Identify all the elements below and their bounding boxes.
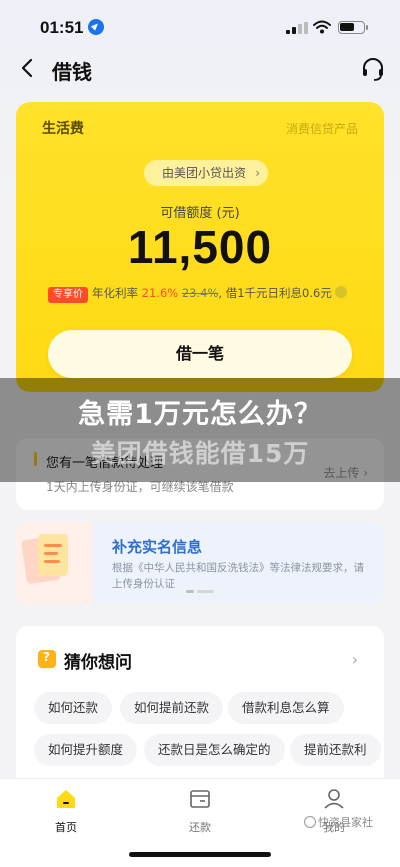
watermark-logo-icon — [304, 816, 316, 828]
cellular-signal-icon — [286, 22, 308, 34]
realname-description: 根据《中华人民共和国反洗钱法》等法律法规要求，请上传身份认证 — [112, 562, 364, 590]
daily-interest-note: , 借1千元日利息0.6元 — [218, 286, 332, 300]
credit-amount: 11,500 — [127, 221, 273, 273]
faq-title: 猜你想问 — [64, 653, 132, 673]
battery-icon — [338, 21, 368, 34]
faq-card: 猜你想问 › 如何还款 如何提前还款 借款利息怎么算 如何提升额度 还款日是怎么… — [16, 626, 384, 786]
overlay-headline: 急需1万元怎么办？ — [78, 399, 322, 430]
loan-category-label: 生活费 — [42, 121, 84, 137]
chevron-right-icon[interactable]: › — [352, 650, 358, 669]
home-indicator — [129, 852, 271, 857]
borrow-button[interactable]: 借一笔 — [48, 330, 352, 378]
watermark: 快资县家社 — [304, 814, 373, 830]
exclusive-price-badge: 专享价 — [48, 287, 88, 303]
watermark-text: 快资县家社 — [318, 816, 373, 829]
chevron-right-icon: › — [255, 166, 261, 180]
lender-source-pill[interactable]: 由美团小贷出资 › — [144, 160, 269, 186]
realname-title: 补充实名信息 — [112, 538, 203, 556]
location-arrow-icon — [88, 19, 104, 35]
original-rate: 23.4% — [181, 286, 219, 300]
promo-overlay-banner: 急需1万元怎么办？ 美团借钱能借15万 — [0, 378, 400, 482]
page-title: 借钱 — [52, 60, 92, 84]
loan-card: 生活费 消费信贷产品 由美团小贷出资 › 可借额度 (元) 11,500 专享价… — [16, 102, 384, 392]
wifi-icon — [313, 20, 331, 34]
carousel-indicator — [186, 590, 214, 593]
rate-prefix: 年化利率 — [92, 286, 138, 300]
overlay-subline: 美团借钱能借15万 — [90, 439, 310, 468]
current-rate: 21.6% — [141, 286, 179, 300]
back-arrow-icon[interactable] — [16, 56, 40, 80]
faq-chip[interactable]: 如何提前还款 — [120, 692, 224, 724]
question-bubble-icon — [38, 650, 56, 668]
faq-chip[interactable]: 还款日是怎么确定的 — [144, 734, 285, 766]
document-illustration-icon — [16, 522, 92, 604]
tab-home[interactable]: 首页 — [26, 787, 106, 835]
faq-chip[interactable]: 如何还款 — [34, 692, 113, 724]
info-icon[interactable] — [334, 286, 347, 298]
tab-label: 还款 — [189, 821, 211, 834]
product-type-label: 消费信贷产品 — [285, 122, 358, 136]
realname-banner-content: 补充实名信息 根据《中华人民共和国反洗钱法》等法律法规要求，请上传身份认证 — [92, 522, 384, 604]
faq-chip[interactable]: 借款利息怎么算 — [228, 692, 344, 724]
tab-label: 首页 — [55, 821, 77, 834]
faq-chip[interactable]: 提前还款利 — [290, 734, 381, 766]
lender-source-text: 由美团小贷出资 — [162, 166, 247, 180]
customer-service-icon[interactable] — [360, 56, 386, 82]
quota-label: 可借额度 (元) — [160, 206, 240, 221]
home-icon — [57, 790, 75, 808]
status-bar: 01:51 — [0, 0, 400, 44]
profile-icon — [324, 789, 344, 809]
repay-icon — [190, 790, 210, 808]
clock: 01:51 — [40, 18, 84, 37]
nav-bar: 借钱 — [0, 44, 400, 92]
interest-rate-line: 专享价 年化利率 21.6% 23.4%, 借1千元日利息0.6元 — [48, 284, 347, 303]
tab-repay[interactable]: 还款 — [160, 787, 240, 835]
faq-chip[interactable]: 如何提升额度 — [34, 734, 138, 766]
